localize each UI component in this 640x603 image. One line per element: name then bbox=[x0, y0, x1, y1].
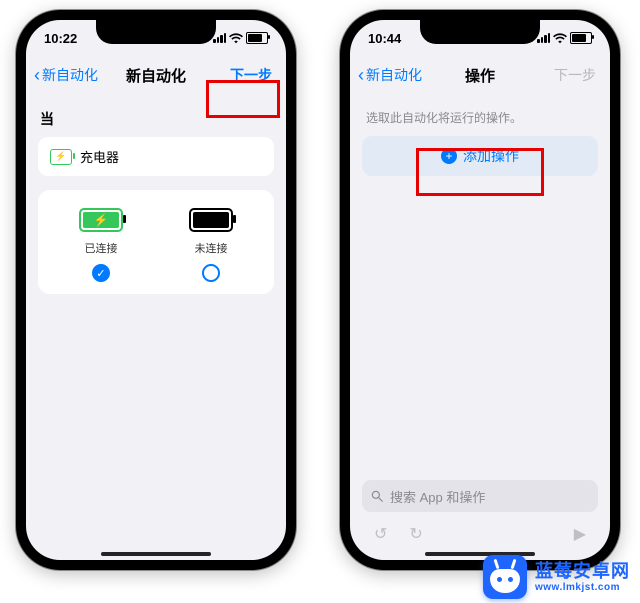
signal-icon bbox=[213, 33, 226, 43]
battery-icon bbox=[246, 32, 268, 44]
wifi-icon bbox=[229, 32, 243, 44]
nav-bar: ‹ 新自动化 操作 下一步 bbox=[350, 56, 610, 95]
charger-icon: ⚡ bbox=[50, 149, 72, 165]
annotation-highlight-next bbox=[206, 80, 280, 118]
battery-icon bbox=[570, 32, 592, 44]
status-time: 10:22 bbox=[44, 31, 77, 46]
connection-choice-card: ⚡ 已连接 ✓ 未连接 bbox=[38, 190, 274, 294]
page-title: 操作 bbox=[465, 65, 495, 86]
redo-icon[interactable]: ↻ bbox=[409, 524, 422, 544]
phone-frame-left: 10:22 ‹ 新自动化 新自动化 下一步 当 bbox=[16, 10, 296, 570]
chevron-left-icon: ‹ bbox=[358, 66, 364, 84]
next-button-disabled: 下一步 bbox=[550, 56, 600, 94]
helper-text: 选取此自动化将运行的操作。 bbox=[366, 109, 594, 126]
watermark-name: 蓝莓安卓网 bbox=[535, 561, 630, 582]
screen-right: 10:44 ‹ 新自动化 操作 下一步 选取此自动化将运行的操作。 bbox=[350, 20, 610, 560]
battery-charging-icon: ⚡ bbox=[79, 208, 123, 232]
page-title: 新自动化 bbox=[126, 65, 186, 86]
annotation-highlight-add-action bbox=[416, 148, 544, 196]
undo-icon[interactable]: ↺ bbox=[374, 524, 387, 544]
search-input[interactable]: 搜索 App 和操作 bbox=[362, 480, 598, 512]
home-indicator[interactable] bbox=[101, 552, 211, 556]
choice-connected-label: 已连接 bbox=[85, 240, 118, 256]
signal-icon bbox=[537, 33, 550, 43]
play-icon[interactable]: ▶ bbox=[574, 524, 586, 544]
choice-connected[interactable]: ⚡ 已连接 ✓ bbox=[46, 208, 156, 282]
choice-disconnected-label: 未连接 bbox=[195, 240, 228, 256]
search-icon bbox=[370, 489, 384, 503]
wifi-icon bbox=[553, 32, 567, 44]
next-label: 下一步 bbox=[554, 65, 596, 85]
status-icons bbox=[537, 32, 592, 44]
notch bbox=[96, 20, 216, 44]
notch bbox=[420, 20, 540, 44]
bottom-toolbar: ↺ ↻ ▶ bbox=[350, 516, 610, 552]
content-left: 当 ⚡ 充电器 ⚡ 已连接 ✓ bbox=[26, 95, 286, 560]
battery-full-icon bbox=[189, 208, 233, 232]
status-icons bbox=[213, 32, 268, 44]
watermark: 蓝莓安卓网 www.lmkjst.com bbox=[483, 555, 630, 599]
watermark-url: www.lmkjst.com bbox=[535, 582, 630, 594]
watermark-logo-icon bbox=[483, 555, 527, 599]
back-button[interactable]: ‹ 新自动化 bbox=[358, 56, 422, 94]
chevron-left-icon: ‹ bbox=[34, 66, 40, 84]
search-placeholder: 搜索 App 和操作 bbox=[390, 487, 485, 506]
screen-left: 10:22 ‹ 新自动化 新自动化 下一步 当 bbox=[26, 20, 286, 560]
phone-frame-right: 10:44 ‹ 新自动化 操作 下一步 选取此自动化将运行的操作。 bbox=[340, 10, 620, 570]
choice-disconnected[interactable]: 未连接 bbox=[156, 208, 266, 282]
back-label: 新自动化 bbox=[42, 65, 98, 85]
back-button[interactable]: ‹ 新自动化 bbox=[34, 56, 98, 94]
status-time: 10:44 bbox=[368, 31, 401, 46]
trigger-row-charger[interactable]: ⚡ 充电器 bbox=[38, 137, 274, 176]
back-label: 新自动化 bbox=[366, 65, 422, 85]
radio-connected-selected[interactable]: ✓ bbox=[92, 264, 110, 282]
radio-disconnected-unselected[interactable] bbox=[202, 264, 220, 282]
trigger-row-label: 充电器 bbox=[80, 147, 119, 166]
